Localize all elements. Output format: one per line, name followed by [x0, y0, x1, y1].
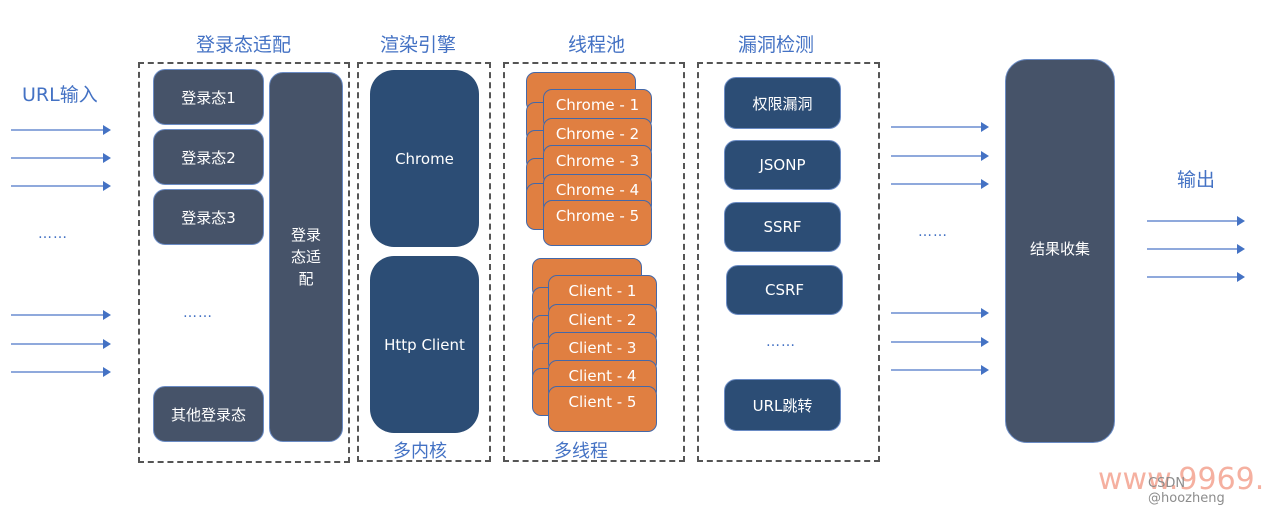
client-worker-5: Client - 5: [548, 386, 657, 432]
detect-arrow: [891, 179, 989, 189]
output-arrow: [1147, 272, 1245, 282]
input-arrow: [11, 310, 111, 320]
login-state-other: 其他登录态: [153, 386, 264, 442]
login-state-1: 登录态1: [153, 69, 264, 125]
vuln-check-ssrf: SSRF: [724, 202, 841, 252]
detect-arrow: [891, 337, 989, 347]
output-arrow: [1147, 244, 1245, 254]
detect-arrow: [891, 308, 989, 318]
login-state-2: 登录态2: [153, 129, 264, 185]
detect-arrows-ellipsis: ……: [918, 224, 948, 240]
vuln-check-csrf: CSRF: [726, 265, 843, 315]
vuln-check-permission: 权限漏洞: [724, 77, 841, 129]
login-adapt-heading: 登录态适配: [196, 34, 292, 56]
render-engine-heading: 渲染引擎: [380, 34, 457, 56]
engine-chrome: Chrome: [370, 70, 479, 247]
input-arrow: [11, 181, 111, 191]
output-label: 输出: [1177, 169, 1216, 191]
engine-http-client: Http Client: [370, 256, 479, 433]
detect-arrow: [891, 365, 989, 375]
vuln-checks-ellipsis: ……: [766, 334, 796, 350]
input-arrow: [11, 153, 111, 163]
thread-pool-caption: 多线程: [554, 441, 608, 462]
output-arrow: [1147, 216, 1245, 226]
input-arrow: [11, 367, 111, 377]
vuln-check-jsonp: JSONP: [724, 140, 841, 190]
login-adapter: 登录态适配: [269, 72, 343, 442]
vuln-detect-heading: 漏洞检测: [738, 34, 815, 56]
login-state-3: 登录态3: [153, 189, 264, 245]
detect-arrow: [891, 151, 989, 161]
render-engine-caption: 多内核: [393, 441, 447, 462]
url-input-label: URL输入: [22, 84, 98, 106]
watermark-author: CSDN @hoozheng: [1148, 476, 1225, 506]
detect-arrow: [891, 122, 989, 132]
vuln-check-url-redirect: URL跳转: [724, 379, 841, 431]
thread-pool-heading: 线程池: [568, 34, 626, 56]
input-arrow: [11, 339, 111, 349]
login-adapter-label: 登录态适配: [290, 226, 321, 288]
login-states-ellipsis: ……: [183, 305, 213, 321]
chrome-worker-5: Chrome - 5: [543, 200, 652, 246]
input-arrow: [11, 125, 111, 135]
result-collector: 结果收集: [1005, 59, 1115, 443]
input-ellipsis: ……: [38, 226, 68, 242]
